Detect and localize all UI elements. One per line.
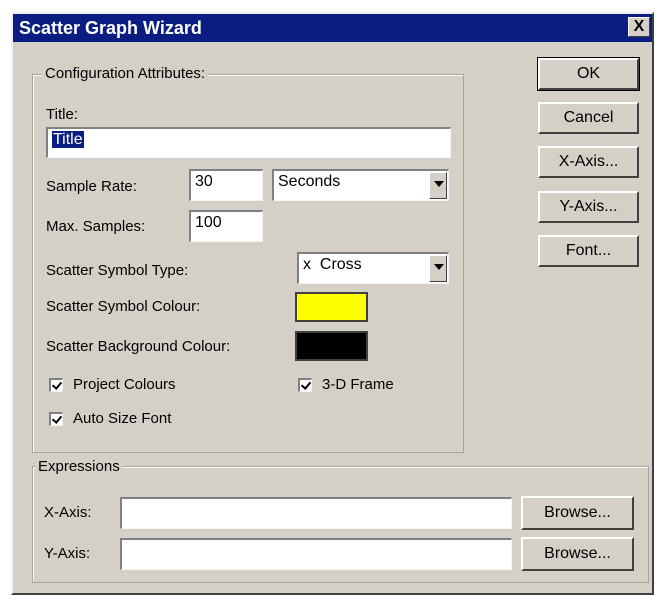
auto-size-font-checkbox[interactable]: Auto Size Font [49, 410, 171, 427]
ok-button-label: OK [576, 65, 601, 82]
symbol-type-label: Scatter Symbol Type: [46, 262, 189, 279]
title-input[interactable]: Title [46, 127, 451, 158]
x-axis-button-label: X-Axis... [558, 153, 619, 170]
background-colour-swatch[interactable] [295, 331, 368, 361]
max-samples-label: Max. Samples: [46, 218, 146, 235]
scatter-graph-wizard-dialog: Scatter Graph Wizard X Configuration Att… [11, 12, 654, 595]
chevron-down-icon[interactable] [429, 172, 447, 199]
max-samples-value: 100 [195, 214, 222, 231]
checkbox-checked-icon[interactable] [298, 377, 312, 392]
close-button[interactable]: X [628, 17, 650, 37]
cancel-button[interactable]: Cancel [538, 102, 639, 134]
sample-rate-value: 30 [195, 173, 213, 190]
checkbox-checked-icon[interactable] [49, 411, 63, 426]
x-axis-button[interactable]: X-Axis... [538, 146, 639, 178]
chevron-down-icon[interactable] [429, 255, 447, 282]
y-axis-expression-input[interactable] [120, 538, 512, 570]
max-samples-input[interactable]: 100 [189, 210, 263, 242]
sample-rate-unit-select[interactable]: Seconds [272, 169, 449, 201]
symbol-type-select[interactable]: x Cross [297, 252, 449, 284]
x-axis-expression-label: X-Axis: [44, 504, 92, 521]
symbol-type-value: x Cross [303, 256, 362, 273]
y-axis-browse-button[interactable]: Browse... [521, 537, 634, 571]
three-d-frame-checkbox[interactable]: 3-D Frame [298, 376, 394, 393]
symbol-colour-label: Scatter Symbol Colour: [46, 298, 201, 315]
ok-button[interactable]: OK [537, 57, 640, 91]
symbol-colour-swatch[interactable] [295, 292, 368, 322]
close-icon: X [633, 18, 645, 35]
title-label: Title: [46, 106, 78, 123]
font-button-label: Font... [565, 242, 612, 259]
y-axis-expression-label: Y-Axis: [44, 545, 91, 562]
project-colours-checkbox[interactable]: Project Colours [49, 376, 176, 393]
x-axis-browse-label: Browse... [544, 504, 611, 521]
x-axis-expression-input[interactable] [120, 497, 512, 529]
title-input-value: Title [52, 131, 84, 148]
cancel-button-label: Cancel [563, 109, 614, 126]
sample-rate-input[interactable]: 30 [189, 169, 263, 201]
project-colours-label: Project Colours [73, 376, 176, 393]
x-axis-browse-button[interactable]: Browse... [521, 496, 634, 530]
expressions-group-label: Expressions [35, 458, 123, 475]
y-axis-browse-label: Browse... [544, 545, 611, 562]
background-colour-label: Scatter Background Colour: [46, 338, 231, 355]
y-axis-button-label: Y-Axis... [559, 198, 618, 215]
window-title: Scatter Graph Wizard [19, 18, 202, 38]
configuration-group-label: Configuration Attributes: [42, 65, 209, 82]
title-bar[interactable]: Scatter Graph Wizard X [13, 14, 652, 42]
y-axis-button[interactable]: Y-Axis... [538, 191, 639, 223]
font-button[interactable]: Font... [538, 235, 639, 267]
auto-size-font-label: Auto Size Font [73, 410, 172, 427]
sample-rate-label: Sample Rate: [46, 178, 137, 195]
sample-rate-unit-value: Seconds [278, 173, 341, 190]
checkbox-checked-icon[interactable] [49, 377, 63, 392]
three-d-frame-label: 3-D Frame [322, 376, 394, 393]
